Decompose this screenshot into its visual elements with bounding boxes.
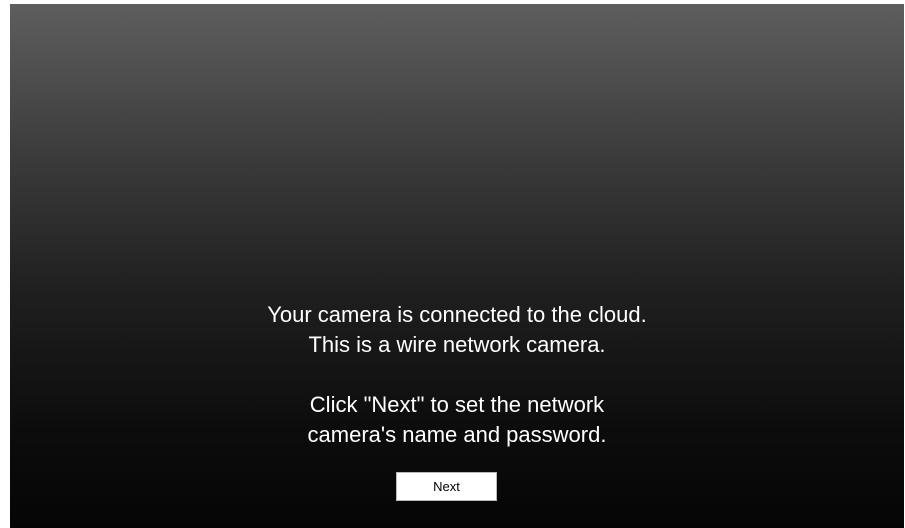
next-button[interactable]: Next xyxy=(396,472,497,501)
setup-message: Your camera is connected to the cloud. T… xyxy=(10,300,904,450)
setup-panel: Your camera is connected to the cloud. T… xyxy=(10,4,904,528)
setup-window: Your camera is connected to the cloud. T… xyxy=(0,0,905,528)
message-line-camera-type: This is a wire network camera. xyxy=(308,332,606,357)
message-line-instruction: Click "Next" to set the network xyxy=(309,392,605,417)
message-line-instruction-detail: camera's name and password. xyxy=(307,422,607,447)
message-line-connected: Your camera is connected to the cloud. xyxy=(267,302,647,327)
